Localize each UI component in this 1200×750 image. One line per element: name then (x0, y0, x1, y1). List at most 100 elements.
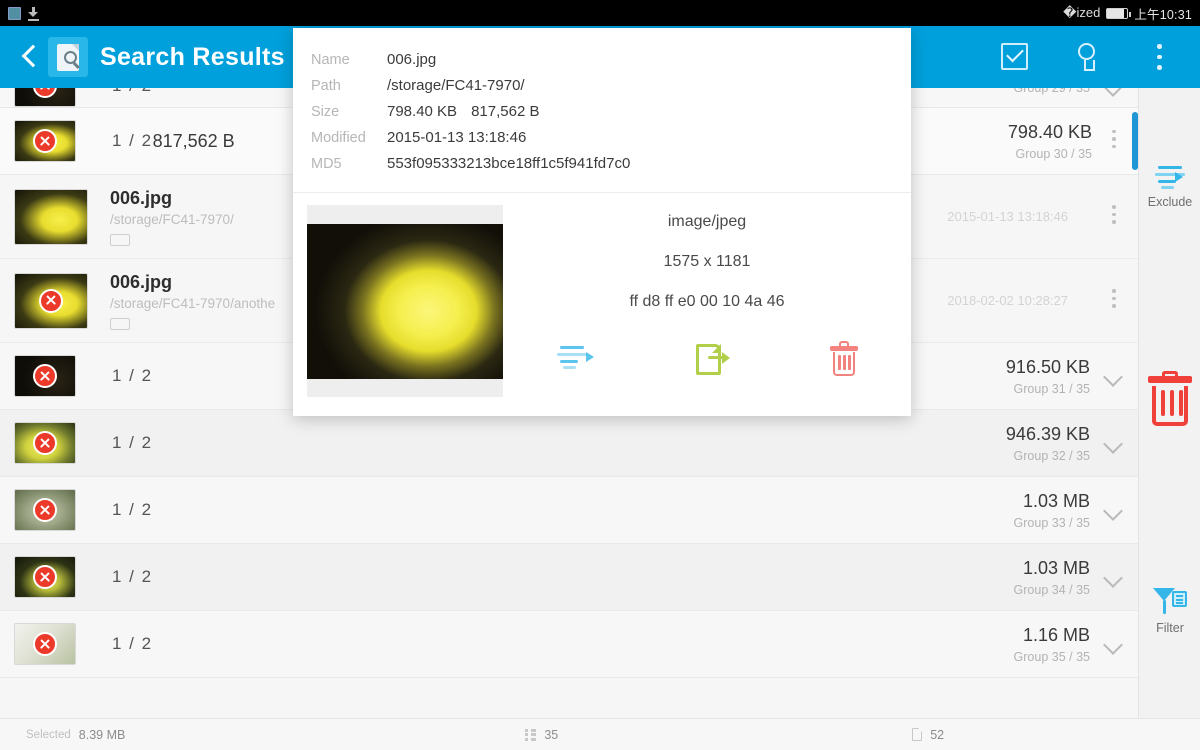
row-overflow-menu-icon[interactable] (1104, 289, 1124, 312)
metadata-value-bytes: 817,562 B (471, 102, 540, 120)
file-details-dialog: Name 006.jpg Path /storage/FC41-7970/ Si… (293, 28, 911, 416)
row-overflow-menu-icon[interactable] (1104, 205, 1124, 228)
overflow-menu-icon[interactable] (1142, 40, 1176, 74)
row-count-label: 1 / 2 (112, 634, 153, 653)
row-size-label: 1.03 MB (1022, 557, 1090, 578)
exclude-icon[interactable] (554, 338, 598, 382)
metadata-row-modified: Modified 2015-01-13 13:18:46 (293, 124, 911, 150)
child-thumbnail (14, 188, 88, 245)
image-dimensions: 1575 x 1181 (663, 253, 751, 270)
group-count-indicator: 35 (525, 728, 558, 742)
selected-label: Selected (26, 728, 71, 741)
row-thumbnail (14, 556, 76, 598)
table-row[interactable]: 1 / 2 1.03 MB Group 33 / 35 (0, 477, 1138, 544)
page-title: Search Results (100, 42, 285, 71)
lightbulb-icon[interactable] (1070, 40, 1104, 74)
child-file-path: /storage/FC41-7970/ (110, 211, 234, 227)
excluded-badge-icon (33, 565, 57, 589)
row-size-label: 1.16 MB (1022, 624, 1090, 645)
row-group-label: Group 32 / 35 (1013, 448, 1090, 463)
exclude-icon (1155, 164, 1185, 190)
delete-button[interactable] (1139, 371, 1200, 428)
table-row[interactable]: 1 / 2 1.03 MB Group 34 / 35 (0, 544, 1138, 611)
metadata-value: 006.jpg (387, 50, 437, 68)
row-group-label: Group 29 / 35 (1014, 88, 1090, 95)
excluded-badge-icon (33, 88, 57, 98)
metadata-row-path: Path /storage/FC41-7970/ (293, 72, 911, 98)
dialog-body: image/jpeg 1575 x 1181 ff d8 ff e0 00 10… (293, 193, 911, 416)
row-thumbnail (14, 355, 76, 397)
app-root: �ized 上午10:31 Search Results 1 / 2 Group… (0, 0, 1200, 750)
row-meta: 1.16 MB Group 35 / 35 (1014, 625, 1102, 664)
right-action-rail: Exclude Filter (1138, 88, 1200, 718)
dialog-metadata-list: Name 006.jpg Path /storage/FC41-7970/ Si… (293, 28, 911, 186)
expand-chevron-icon[interactable] (1102, 633, 1124, 655)
expand-chevron-icon[interactable] (1102, 432, 1124, 454)
row-meta: 946.39 KB Group 32 / 35 (1006, 424, 1102, 463)
row-count-label: 1 / 2 (112, 131, 153, 150)
app-bar-actions (998, 40, 1184, 74)
child-modified-time: 2018-02-02 10:28:27 (947, 293, 1068, 308)
excluded-badge-icon (39, 288, 63, 313)
mime-type: image/jpeg (667, 213, 747, 230)
row-thumbnail (14, 489, 76, 531)
child-modified-time: 2015-01-13 13:18:46 (947, 209, 1068, 224)
grid-list-icon (525, 728, 537, 741)
row-count-label: 1 / 2 (112, 366, 153, 385)
table-row[interactable]: 1 / 2 946.39 KB Group 32 / 35 (0, 410, 1138, 477)
excluded-badge-icon (33, 364, 57, 388)
filter-label: Filter (1156, 621, 1184, 635)
row-group-label: Group 33 / 35 (1013, 515, 1090, 530)
row-size-label: 946.39 KB (1005, 423, 1090, 444)
excluded-badge-icon (33, 632, 57, 656)
child-file-name: 006.jpg (110, 271, 173, 292)
row-thumbnail (14, 120, 76, 162)
status-bar-clock: 上午10:31 (1134, 7, 1192, 22)
row-thumbnail (14, 88, 76, 107)
export-file-icon[interactable] (688, 338, 732, 382)
group-count-value: 35 (544, 727, 559, 742)
dialog-image-info: image/jpeg 1575 x 1181 ff d8 ff e0 00 10… (503, 205, 911, 416)
exclude-button[interactable]: Exclude (1139, 164, 1200, 209)
expand-chevron-icon[interactable] (1102, 365, 1124, 387)
dialog-action-bar (509, 338, 911, 382)
filter-button[interactable]: Filter (1139, 588, 1200, 635)
image-icon (8, 6, 21, 20)
system-status-bar: �ized 上午10:31 (0, 0, 1200, 26)
metadata-row-size: Size 798.40 KB 817,562 B (293, 98, 911, 124)
row-meta: 1.03 MB Group 33 / 35 (1014, 491, 1102, 530)
file-icon (912, 728, 923, 741)
child-file-name: 006.jpg (110, 187, 173, 208)
delete-trash-icon[interactable] (822, 338, 866, 382)
row-count-label: 1 / 2 (112, 433, 153, 452)
metadata-row-md5: MD5 553f095333213bce18ff1c5f941fd7c0 (293, 150, 911, 176)
table-row[interactable]: 1 / 2 1.16 MB Group 35 / 35 (0, 611, 1138, 678)
row-size-label: 1.03 MB (1022, 490, 1090, 511)
expand-chevron-icon[interactable] (1102, 566, 1124, 588)
row-meta: Group 29 / 35 (1014, 88, 1102, 95)
metadata-label: Path (311, 77, 341, 94)
row-group-label: Group 30 / 35 (1015, 146, 1092, 161)
battery-icon (1106, 7, 1132, 19)
file-count-value: 52 (930, 727, 945, 742)
status-bar-right-icons: �ized 上午10:31 (1063, 4, 1192, 23)
status-bar-left-icons (8, 6, 40, 21)
metadata-label: Name (311, 51, 350, 68)
expand-chevron-icon[interactable] (1102, 88, 1124, 97)
selected-value: 8.39 MB (78, 727, 126, 742)
file-magic-bytes: ff d8 ff e0 00 10 4a 46 (629, 293, 785, 310)
file-count-indicator: 52 (912, 728, 944, 742)
bottom-status-bar: Selected 8.39 MB 35 52 (0, 718, 1200, 750)
download-icon (27, 6, 40, 21)
row-overflow-menu-icon[interactable] (1104, 129, 1124, 153)
selected-size-indicator: Selected 8.39 MB (26, 728, 125, 742)
expand-chevron-icon[interactable] (1102, 499, 1124, 521)
metadata-value: 553f095333213bce18ff1c5f941fd7c0 (387, 154, 631, 172)
excluded-badge-icon (33, 129, 57, 153)
back-chevron-icon[interactable] (16, 42, 42, 72)
tag-icon (110, 233, 130, 246)
metadata-label: Modified (311, 129, 366, 146)
row-bytes-label: 817,562 B (152, 130, 235, 151)
select-all-checkbox-icon[interactable] (998, 40, 1032, 74)
child-thumbnail (14, 272, 88, 329)
